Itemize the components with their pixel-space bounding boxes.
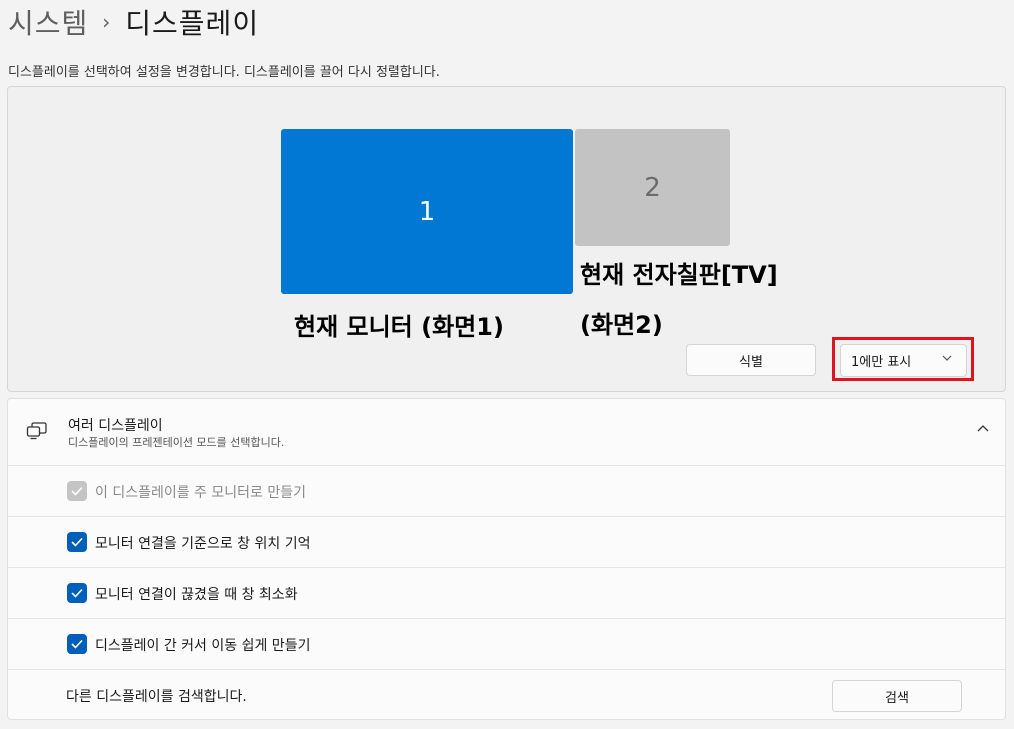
display-2-number: 2 (644, 172, 661, 203)
display-1-number: 1 (418, 196, 436, 227)
display-arrangement-area: 1 2 현재 전자칠판[TV] (화면2) 현재 모니터 (화면1) 식별 1에… (7, 86, 1006, 392)
breadcrumb: 시스템 › 디스플레이 (8, 2, 259, 42)
multiple-displays-subtitle: 디스플레이의 프레젠테이션 모드를 선택합니다. (68, 436, 285, 449)
highlight-annotation-box (832, 337, 974, 381)
display-1-tile[interactable]: 1 (281, 129, 573, 294)
multiple-displays-header[interactable]: 여러 디스플레이 디스플레이의 프레젠테이션 모드를 선택합니다. (8, 399, 1005, 465)
remember-window-checkbox[interactable] (67, 532, 87, 552)
option-row-remember-window[interactable]: 모니터 연결을 기준으로 창 위치 기억 (8, 516, 1005, 567)
multiple-displays-title: 여러 디스플레이 (68, 418, 163, 434)
option-row-minimize-windows[interactable]: 모니터 연결이 끊겼을 때 창 최소화 (8, 567, 1005, 618)
display-2-annotation-line1: 현재 전자칠판[TV] (580, 261, 778, 289)
ease-cursor-label[interactable]: 디스플레이 간 커서 이동 쉽게 만들기 (95, 635, 310, 655)
page-description: 디스플레이를 선택하여 설정을 변경합니다. 디스플레이를 끌어 다시 정렬합니… (8, 65, 440, 80)
option-row-detect-displays: 다른 디스플레이를 검색합니다. 검색 (8, 669, 1005, 720)
remember-window-label[interactable]: 모니터 연결을 기준으로 창 위치 기억 (95, 533, 310, 553)
breadcrumb-parent[interactable]: 시스템 (8, 2, 88, 42)
primary-display-label: 이 디스플레이를 주 모니터로 만들기 (95, 485, 306, 501)
display-1-annotation: 현재 모니터 (화면1) (294, 313, 504, 341)
display-2-annotation-line2: (화면2) (580, 311, 663, 339)
ease-cursor-checkbox[interactable] (67, 634, 87, 654)
option-row-primary-display: 이 디스플레이를 주 모니터로 만들기 (8, 465, 1005, 516)
option-row-ease-cursor[interactable]: 디스플레이 간 커서 이동 쉽게 만들기 (8, 618, 1005, 669)
multiple-displays-panel: 여러 디스플레이 디스플레이의 프레젠테이션 모드를 선택합니다. 이 디스플레… (7, 398, 1006, 720)
detect-button[interactable]: 검색 (832, 680, 962, 712)
page-title: 디스플레이 (125, 7, 260, 40)
detect-displays-label: 다른 디스플레이를 검색합니다. (66, 689, 247, 705)
display-2-tile[interactable]: 2 (575, 129, 730, 246)
minimize-windows-label[interactable]: 모니터 연결이 끊겼을 때 창 최소화 (95, 584, 298, 604)
chevron-up-icon[interactable] (975, 421, 991, 437)
identify-button[interactable]: 식별 (686, 344, 816, 376)
multiple-displays-icon (26, 421, 48, 441)
breadcrumb-separator-icon: › (102, 10, 112, 34)
minimize-windows-checkbox[interactable] (67, 583, 87, 603)
primary-display-checkbox (67, 481, 87, 501)
